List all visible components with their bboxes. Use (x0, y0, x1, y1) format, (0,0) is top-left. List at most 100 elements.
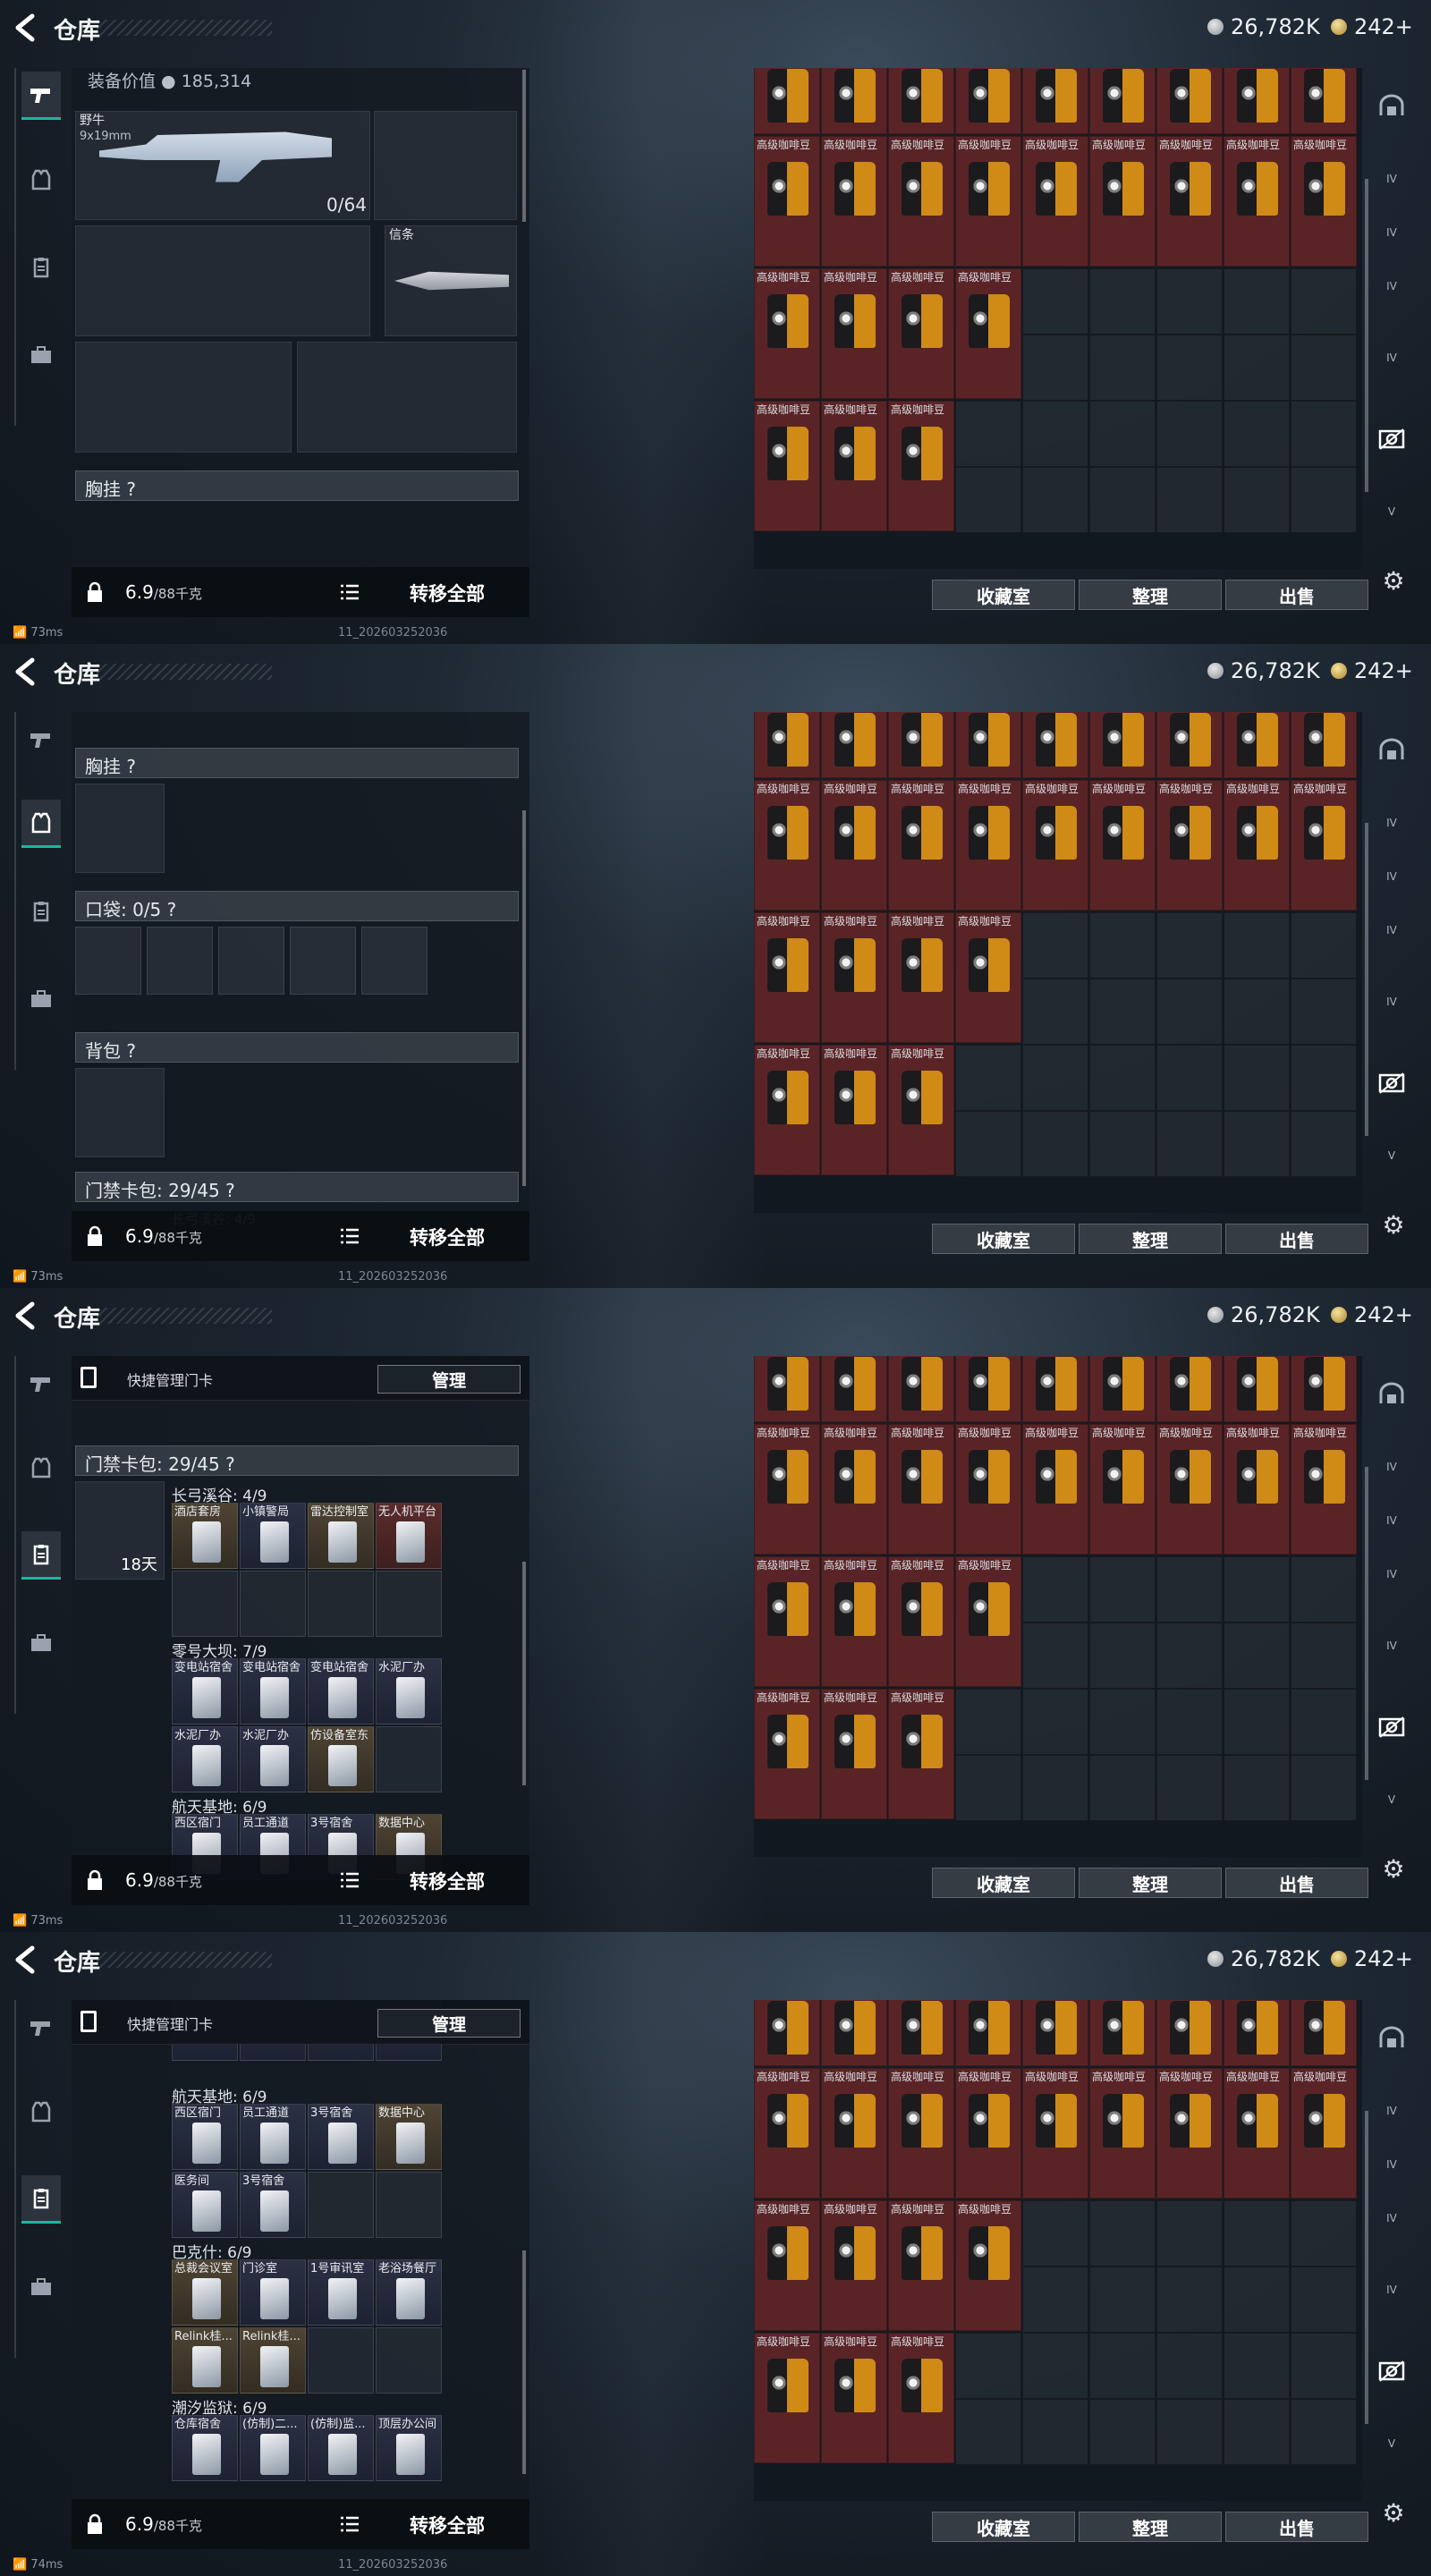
empty-slot[interactable] (1156, 1111, 1223, 1177)
empty-slot[interactable] (1089, 1556, 1156, 1623)
stash-item[interactable] (955, 1356, 1021, 1422)
keycard[interactable]: Relink桂... (172, 2327, 238, 2394)
empty-slot[interactable] (1156, 2267, 1223, 2333)
keycard[interactable]: 门诊室 (240, 2259, 306, 2326)
gear-icon[interactable]: ⚙ (1379, 1211, 1408, 1240)
empty-slot[interactable] (955, 2399, 1021, 2465)
stash-tab-3[interactable]: IV (1374, 859, 1410, 894)
empty-slot[interactable] (1089, 335, 1156, 401)
stash-tab-camera[interactable] (1374, 2352, 1410, 2388)
stash-item[interactable]: 高级咖啡豆 (955, 136, 1021, 267)
stash-tab-3[interactable]: IV (1374, 215, 1410, 250)
empty-slot[interactable] (1291, 1623, 1357, 1689)
stash-item[interactable]: 高级咖啡豆 (1291, 1424, 1357, 1555)
loadout-scrollbar[interactable] (522, 2250, 526, 2474)
stash-item[interactable] (1156, 1356, 1223, 1422)
stash-tab-2[interactable]: IV (1374, 1449, 1410, 1485)
sidebar-keycard-tab[interactable] (21, 2175, 61, 2224)
stash-tab-camera[interactable] (1374, 1708, 1410, 1744)
stash-tab-camera[interactable] (1374, 420, 1410, 456)
empty-slot[interactable] (955, 401, 1021, 467)
empty-slot[interactable] (1224, 2333, 1290, 2399)
stash-item[interactable]: 高级咖啡豆 (888, 2068, 954, 2199)
stash-item[interactable]: 高级咖啡豆 (1224, 2068, 1290, 2199)
stash-item[interactable]: 高级咖啡豆 (1089, 2068, 1156, 2199)
stash-tab-2[interactable]: IV (1374, 2093, 1410, 2129)
keycard[interactable]: (仿制)监... (308, 2415, 374, 2481)
empty-slot[interactable] (1156, 268, 1223, 335)
empty-slot[interactable] (1022, 2399, 1088, 2465)
empty-slot[interactable] (1022, 335, 1088, 401)
empty-slot[interactable] (1022, 1623, 1088, 1689)
empty-slot[interactable] (1089, 2399, 1156, 2465)
silver-currency[interactable]: 26,782K (1207, 658, 1320, 683)
keycard[interactable] (172, 1571, 238, 1637)
empty-slot[interactable] (1291, 2399, 1357, 2465)
empty-slot[interactable] (1291, 979, 1357, 1045)
keycard[interactable]: 总裁会议室 (172, 2259, 238, 2326)
stash-item[interactable] (754, 1356, 820, 1422)
empty-slot[interactable] (1156, 467, 1223, 533)
stash-item[interactable] (1291, 68, 1357, 134)
stash-tab-1[interactable] (1374, 732, 1410, 767)
keycard[interactable] (376, 2172, 442, 2238)
keycard[interactable] (240, 1571, 306, 1637)
stash-item[interactable] (1089, 712, 1156, 778)
gear-icon[interactable]: ⚙ (1379, 2499, 1408, 2528)
stash-item[interactable] (1156, 2000, 1223, 2066)
empty-slot[interactable] (1291, 467, 1357, 533)
keycard[interactable]: 老浴场餐厅 (376, 2259, 442, 2326)
empty-slot[interactable] (1291, 1111, 1357, 1177)
sort-button[interactable]: 整理 (1079, 2512, 1222, 2542)
stash-item[interactable]: 高级咖啡豆 (821, 780, 887, 911)
sidebar-keycard-tab[interactable] (21, 243, 61, 292)
stash-item[interactable] (1291, 2000, 1357, 2066)
stash-item[interactable] (1291, 1356, 1357, 1422)
stash-item[interactable]: 高级咖啡豆 (1089, 1424, 1156, 1555)
stash-item[interactable] (1156, 712, 1223, 778)
empty-slot[interactable] (1022, 1689, 1088, 1755)
empty-slot[interactable] (955, 1045, 1021, 1111)
sidebar-weapon-tab[interactable] (21, 72, 61, 120)
stash-item[interactable] (955, 712, 1021, 778)
empty-slot[interactable] (1089, 2200, 1156, 2267)
lock-icon[interactable] (86, 1869, 104, 1891)
stash-item[interactable]: 高级咖啡豆 (1291, 136, 1357, 267)
empty-slot[interactable] (1089, 268, 1156, 335)
stash-item[interactable]: 高级咖啡豆 (1022, 2068, 1088, 2199)
empty-slot[interactable] (1224, 335, 1290, 401)
rifle-slot[interactable] (75, 225, 370, 336)
pocket-slot[interactable] (361, 927, 428, 995)
stash-item[interactable]: 高级咖啡豆 (821, 2333, 887, 2463)
sidebar-case-tab[interactable] (21, 2263, 61, 2311)
keycard[interactable]: 水泥厂办 (172, 1726, 238, 1792)
empty-slot[interactable] (1291, 2267, 1357, 2333)
sort-button[interactable]: 整理 (1079, 1868, 1222, 1898)
empty-slot[interactable] (1089, 2267, 1156, 2333)
keycard[interactable]: 西区宿门 (172, 2104, 238, 2170)
melee-slot[interactable]: 信条 (385, 225, 517, 336)
empty-slot[interactable] (1224, 467, 1290, 533)
stash-item[interactable] (1089, 1356, 1156, 1422)
stash-item[interactable] (754, 2000, 820, 2066)
empty-slot[interactable] (1156, 1689, 1223, 1755)
sell-button[interactable]: 出售 (1225, 2512, 1368, 2542)
stash-tab-3[interactable]: IV (1374, 2147, 1410, 2182)
keycard[interactable]: 3号宿舍 (308, 2104, 374, 2170)
stash-item[interactable] (955, 68, 1021, 134)
empty-slot[interactable] (1291, 912, 1357, 979)
transfer-all-button[interactable]: 转移全部 (410, 1224, 485, 1250)
empty-slot[interactable] (1089, 1111, 1156, 1177)
stash-item[interactable]: 高级咖啡豆 (754, 2333, 820, 2463)
keycard[interactable] (376, 1726, 442, 1792)
stash-item[interactable] (754, 68, 820, 134)
sell-button[interactable]: 出售 (1225, 580, 1368, 610)
manage-button[interactable]: 管理 (377, 1365, 521, 1394)
collection-room-button[interactable]: 收藏室 (932, 580, 1075, 610)
empty-slot[interactable] (1089, 1045, 1156, 1111)
gold-currency[interactable]: 242+ (1331, 1302, 1413, 1327)
empty-slot[interactable] (1022, 401, 1088, 467)
transfer-all-button[interactable]: 转移全部 (410, 580, 485, 606)
stash-item[interactable]: 高级咖啡豆 (821, 136, 887, 267)
stash-tab-3[interactable]: IV (1374, 1503, 1410, 1538)
